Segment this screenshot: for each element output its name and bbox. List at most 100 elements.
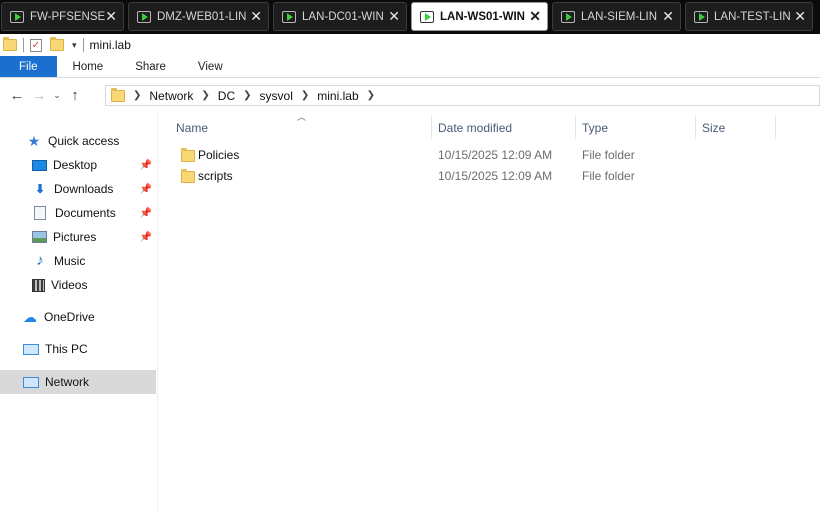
videos-icon bbox=[32, 278, 45, 292]
music-icon: ♪ bbox=[36, 252, 44, 269]
column-divider[interactable] bbox=[431, 115, 432, 139]
vm-tab-label: LAN-WS01-WIN bbox=[440, 10, 525, 23]
breadcrumb-sysvol[interactable]: sysvol bbox=[260, 89, 293, 103]
chevron-right-icon[interactable]: ❯ bbox=[367, 90, 375, 101]
cloud-icon: ☁ bbox=[23, 309, 37, 325]
star-icon: ★ bbox=[27, 133, 41, 149]
vm-tab-label: LAN-DC01-WIN bbox=[302, 10, 384, 23]
sidebar-item-label: Downloads bbox=[54, 182, 114, 196]
file-type: File folder bbox=[582, 169, 635, 183]
column-header-name[interactable]: Name bbox=[176, 117, 431, 139]
vm-tab-lan-test-lin[interactable]: LAN-TEST-LIN ✕ bbox=[685, 2, 813, 31]
sidebar-item-music[interactable]: ♪ Music bbox=[0, 249, 156, 273]
column-header-type[interactable]: Type bbox=[582, 117, 695, 139]
close-icon[interactable]: ✕ bbox=[794, 9, 806, 23]
tab-file[interactable]: File bbox=[0, 56, 57, 77]
vm-tab-lan-siem-lin[interactable]: LAN-SIEM-LIN ✕ bbox=[552, 2, 681, 31]
folder-icon bbox=[181, 169, 195, 183]
pictures-icon bbox=[32, 231, 47, 243]
sidebar-item-onedrive[interactable]: ☁ OneDrive bbox=[0, 305, 156, 329]
tab-home[interactable]: Home bbox=[57, 56, 120, 77]
documents-icon bbox=[34, 206, 46, 220]
toolbar-divider bbox=[23, 38, 24, 52]
vm-console-icon bbox=[137, 10, 151, 23]
table-row[interactable]: Policies 10/15/2025 12:09 AM File folder bbox=[172, 145, 772, 166]
vm-tab-lan-ws01-win[interactable]: LAN-WS01-WIN ✕ bbox=[411, 2, 548, 31]
vm-tab-label: LAN-SIEM-LIN bbox=[581, 10, 658, 23]
sidebar-item-network[interactable]: Network bbox=[0, 370, 156, 394]
ribbon-tabs: File Home Share View bbox=[0, 56, 820, 78]
vm-tab-fw-pfsense[interactable]: FW-PFSENSE ✕ bbox=[1, 2, 124, 31]
customize-toolbar-icon[interactable]: ▾ bbox=[72, 40, 77, 51]
column-header-date-modified[interactable]: Date modified bbox=[438, 117, 575, 139]
pin-icon: 📌 bbox=[139, 207, 152, 219]
column-divider[interactable] bbox=[695, 115, 696, 139]
breadcrumb-dc[interactable]: DC bbox=[218, 89, 235, 103]
sidebar-item-quick-access[interactable]: ★ Quick access bbox=[0, 129, 156, 153]
sidebar-item-downloads[interactable]: ⬇ Downloads 📌 bbox=[0, 177, 156, 201]
title-bar: ✓ ▾ mini.lab bbox=[0, 34, 820, 56]
sidebar-item-label: Documents bbox=[55, 206, 116, 220]
breadcrumb-network[interactable]: Network bbox=[149, 89, 193, 103]
file-type: File folder bbox=[582, 148, 635, 162]
file-list: ︿ Name Date modified Type Size Policies … bbox=[158, 112, 820, 513]
chevron-right-icon[interactable]: ❯ bbox=[301, 90, 309, 101]
close-icon[interactable]: ✕ bbox=[529, 9, 541, 23]
column-divider[interactable] bbox=[775, 115, 776, 139]
pin-icon: 📌 bbox=[139, 159, 152, 171]
breadcrumb-mini-lab[interactable]: mini.lab bbox=[317, 89, 358, 103]
vm-console-icon bbox=[561, 10, 575, 23]
vm-tab-label: LAN-TEST-LIN bbox=[714, 10, 791, 23]
up-arrow-icon[interactable]: ↑ bbox=[64, 87, 86, 104]
vm-tab-lan-dc01-win[interactable]: LAN-DC01-WIN ✕ bbox=[273, 2, 407, 31]
desktop-icon bbox=[32, 159, 47, 171]
vm-tab-dmz-web01-lin[interactable]: DMZ-WEB01-LIN ✕ bbox=[128, 2, 269, 31]
folder-icon bbox=[181, 148, 195, 162]
chevron-right-icon[interactable]: ❯ bbox=[133, 90, 141, 101]
navigation-pane: ★ Quick access Desktop 📌 ⬇ Downloads 📌 D… bbox=[0, 112, 158, 513]
network-icon bbox=[23, 376, 39, 388]
folder-icon bbox=[3, 37, 17, 51]
sidebar-item-this-pc[interactable]: This PC bbox=[0, 337, 156, 361]
vm-console-icon bbox=[420, 10, 434, 23]
vm-tab-label: FW-PFSENSE bbox=[30, 10, 106, 23]
file-name: Policies bbox=[198, 148, 240, 162]
close-icon[interactable]: ✕ bbox=[105, 9, 117, 23]
sidebar-item-label: Music bbox=[54, 254, 86, 268]
back-arrow-icon[interactable]: ← bbox=[6, 87, 28, 104]
computer-icon bbox=[23, 343, 39, 355]
new-folder-icon[interactable] bbox=[50, 37, 64, 51]
sidebar-item-videos[interactable]: Videos bbox=[0, 273, 156, 297]
column-header-size[interactable]: Size bbox=[702, 117, 775, 139]
tab-share[interactable]: Share bbox=[119, 56, 182, 77]
forward-arrow-icon[interactable]: → bbox=[28, 87, 50, 104]
column-divider[interactable] bbox=[575, 115, 576, 139]
sidebar-item-documents[interactable]: Documents 📌 bbox=[0, 201, 156, 225]
file-date-modified: 10/15/2025 12:09 AM bbox=[438, 169, 553, 183]
sidebar-item-label: Desktop bbox=[53, 158, 98, 172]
toolbar-divider bbox=[82, 38, 84, 52]
file-name: scripts bbox=[198, 169, 233, 183]
tab-view[interactable]: View bbox=[182, 56, 239, 77]
vm-console-icon bbox=[10, 10, 24, 23]
folder-icon bbox=[111, 87, 125, 102]
pin-icon: 📌 bbox=[139, 231, 152, 243]
window-title: mini.lab bbox=[89, 38, 131, 52]
sidebar-item-pictures[interactable]: Pictures 📌 bbox=[0, 225, 156, 249]
table-row[interactable]: scripts 10/15/2025 12:09 AM File folder bbox=[172, 166, 772, 187]
downloads-icon: ⬇ bbox=[34, 182, 46, 196]
chevron-right-icon[interactable]: ❯ bbox=[243, 90, 251, 101]
sidebar-item-label: This PC bbox=[45, 342, 88, 356]
sidebar-item-desktop[interactable]: Desktop 📌 bbox=[0, 153, 156, 177]
file-date-modified: 10/15/2025 12:09 AM bbox=[438, 148, 553, 162]
address-bar[interactable]: ❯ Network ❯ DC ❯ sysvol ❯ mini.lab ❯ bbox=[105, 85, 820, 106]
close-icon[interactable]: ✕ bbox=[250, 9, 262, 23]
close-icon[interactable]: ✕ bbox=[662, 9, 674, 23]
vm-tab-label: DMZ-WEB01-LIN bbox=[157, 10, 247, 23]
properties-icon[interactable]: ✓ bbox=[30, 38, 42, 52]
vm-console-icon bbox=[282, 10, 296, 23]
sidebar-item-label: Network bbox=[45, 375, 90, 389]
close-icon[interactable]: ✕ bbox=[388, 9, 400, 23]
recent-locations-chevron-down-icon[interactable]: ⌄ bbox=[50, 90, 64, 101]
chevron-right-icon[interactable]: ❯ bbox=[201, 90, 209, 101]
